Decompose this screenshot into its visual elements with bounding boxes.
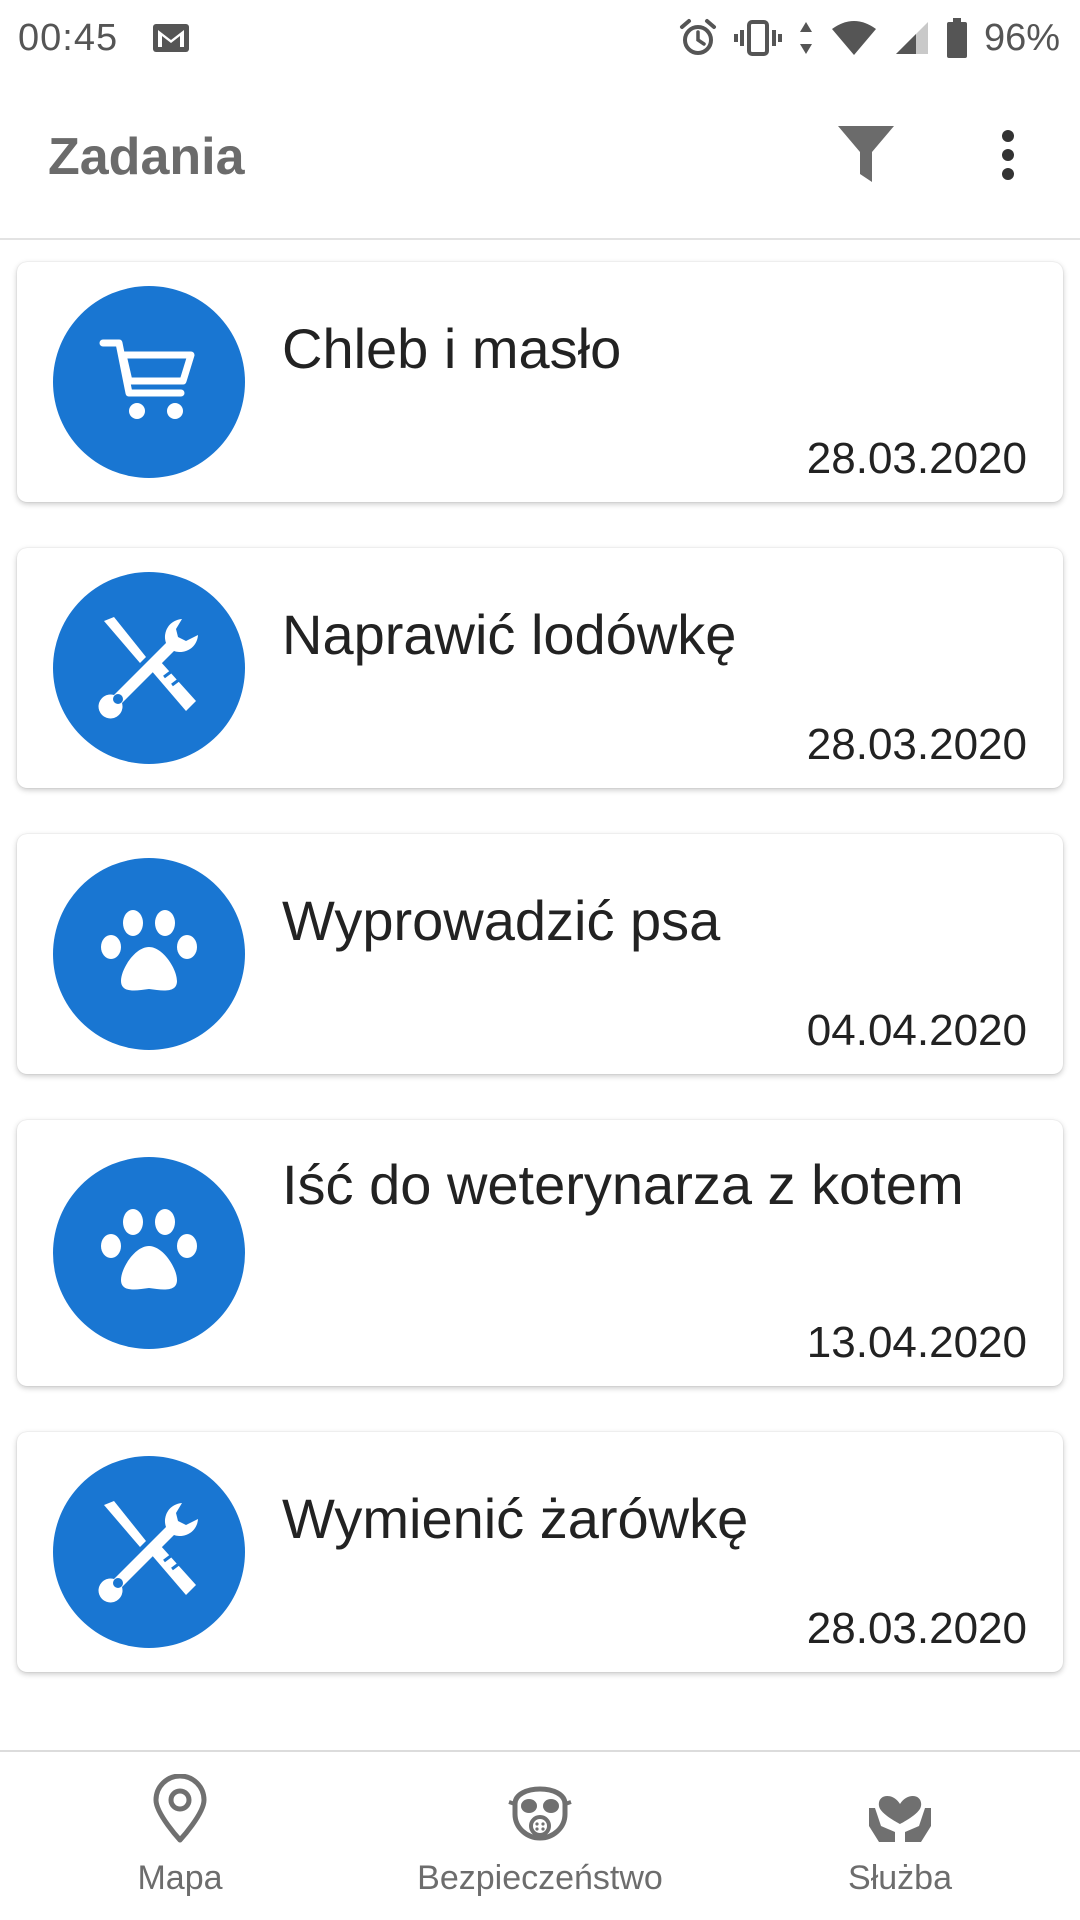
wifi-icon <box>830 19 878 57</box>
app-bar: Zadania <box>0 76 1080 240</box>
task-icon-circle <box>53 572 245 764</box>
vibrate-icon <box>733 18 782 58</box>
task-date: 28.03.2020 <box>806 434 1027 483</box>
heart-hands-icon <box>865 1774 935 1849</box>
task-date: 13.04.2020 <box>806 1318 1027 1367</box>
nav-item-bezpieczenstwo[interactable]: Bezpieczeństwo <box>370 1774 710 1898</box>
task-card[interactable]: Naprawić lodówkę 28.03.2020 <box>17 548 1063 788</box>
filter-button[interactable] <box>830 121 902 193</box>
more-vert-icon <box>1000 129 1016 186</box>
map-pin-icon <box>150 1773 210 1849</box>
task-date: 04.04.2020 <box>806 1006 1027 1055</box>
status-bar: 00:45 96% <box>0 0 1080 76</box>
battery-percent: 96% <box>983 16 1060 59</box>
task-icon-circle <box>53 1456 245 1648</box>
task-card[interactable]: Iść do weterynarza z kotem 13.04.2020 <box>17 1120 1063 1386</box>
task-icon-circle <box>53 858 245 1050</box>
gas-mask-icon <box>505 1774 575 1849</box>
gmail-icon <box>152 23 190 53</box>
status-time: 00:45 <box>18 16 119 59</box>
data-arrows-icon <box>798 20 814 56</box>
shopping-cart-icon <box>99 335 199 430</box>
nav-item-mapa[interactable]: Mapa <box>10 1773 350 1898</box>
task-card[interactable]: Chleb i masło 28.03.2020 <box>17 262 1063 502</box>
bottom-nav: Mapa Bezpieczeństwo Służba <box>0 1750 1080 1920</box>
filter-icon <box>836 124 896 191</box>
nav-label: Bezpieczeństwo <box>417 1859 663 1897</box>
task-date: 28.03.2020 <box>806 720 1027 769</box>
task-title: Wyprowadzić psa <box>282 889 721 952</box>
nav-label: Służba <box>848 1859 952 1897</box>
task-title: Naprawić lodówkę <box>282 603 737 666</box>
app-actions <box>830 121 1044 193</box>
status-right: 96% <box>678 17 1060 60</box>
task-title: Chleb i masło <box>282 317 622 380</box>
tools-icon <box>94 1495 204 1610</box>
task-icon-circle <box>53 1157 245 1349</box>
nav-item-sluzba[interactable]: Służba <box>730 1774 1070 1898</box>
battery-icon <box>946 18 968 58</box>
task-card[interactable]: Wyprowadzić psa 04.04.2020 <box>17 834 1063 1074</box>
task-title: Iść do weterynarza z kotem <box>282 1153 964 1216</box>
task-card[interactable]: Wymienić żarówkę 28.03.2020 <box>17 1432 1063 1672</box>
paw-icon <box>99 1206 199 1301</box>
tools-icon <box>94 611 204 726</box>
alarm-icon <box>678 18 718 58</box>
task-icon-circle <box>53 286 245 478</box>
cell-signal-icon <box>894 20 930 56</box>
page-title: Zadania <box>48 128 245 186</box>
status-left: 00:45 <box>18 17 190 60</box>
task-title: Wymienić żarówkę <box>282 1487 749 1550</box>
task-date: 28.03.2020 <box>806 1604 1027 1653</box>
paw-icon <box>99 907 199 1002</box>
more-options-button[interactable] <box>972 121 1044 193</box>
nav-label: Mapa <box>137 1859 223 1897</box>
